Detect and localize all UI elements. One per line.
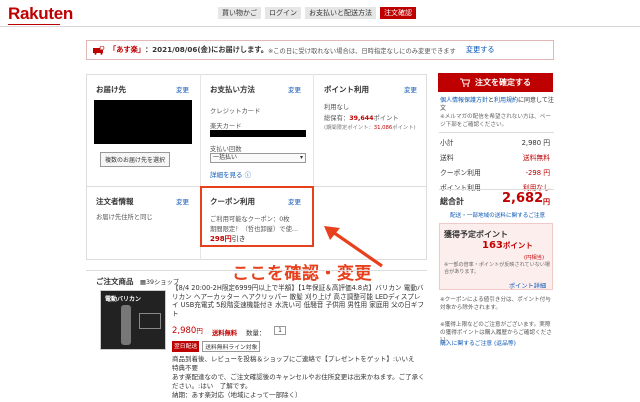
cart-icon — [460, 78, 470, 87]
multiple-destinations-button[interactable]: 複数のお届け先を選択 — [100, 152, 171, 167]
clipper-shape — [121, 305, 131, 345]
orderer-title: 注文者情報 — [96, 197, 134, 206]
orderer-change-link[interactable]: 変更 — [176, 196, 189, 206]
qty-value[interactable]: 1 — [274, 326, 286, 335]
payment-method: クレジットカード — [210, 108, 261, 115]
logo-underline — [8, 24, 60, 25]
coupon-change-link[interactable]: 変更 — [288, 196, 301, 206]
earned-points-value: 163ポイント — [482, 240, 533, 251]
coupon-row: クーポン利用 -298 円 — [440, 169, 550, 177]
delivery-notice: 「あす楽」 ：2021/08/06(金)にお届けします。 ※この日に受け取れない… — [86, 40, 554, 60]
product-description[interactable]: 【8/4 20:00-2H限定6999円以上で半額】【1年保証＆高評価4.8点】… — [172, 284, 427, 318]
terms-link[interactable]: 利用規約 — [494, 97, 518, 104]
total-label: 総合計 — [440, 197, 464, 206]
product-messages: 商品到着後、レビューを投稿＆ショップにご連絡で【プレゼントをゲット】:いいえ 特… — [172, 355, 427, 400]
coupon-points-note: ※クーポンによる値引き分は、ポイント付与対象から除外されます。 — [440, 297, 551, 311]
product-section-divider — [86, 270, 427, 271]
annotation-text: ここを確認・変更 — [232, 264, 372, 284]
region-shipping-link[interactable]: 配送・一部地域の送料に関するご注意 — [450, 211, 545, 219]
delivery-note: ※この日に受け取れない場合は、日時指定なしにのみ変更できます — [267, 47, 456, 55]
payment-title: お支払い方法 — [210, 85, 255, 94]
total-unit: 円 — [543, 198, 550, 206]
product-section-title: ご注文商品 — [96, 277, 134, 286]
agreement-text: 個人情報保護方針と利用規約に同意して注文 — [440, 97, 554, 112]
payment-details-link[interactable]: 詳細を見る ⓘ — [210, 169, 251, 179]
points-holding: 総保有：39,644ポイント — [324, 115, 399, 122]
payment-change-link[interactable]: 変更 — [288, 84, 301, 94]
product-image-caption: 電動バリカン — [105, 296, 142, 303]
delivery-date: ：2021/08/06(金)にお届けします。 — [144, 45, 268, 54]
redacted-card-number — [210, 130, 306, 137]
points-title: ポイント利用 — [324, 85, 369, 94]
earned-points-title: 獲得予定ポイント — [444, 230, 508, 239]
summary-divider — [439, 132, 554, 133]
coupon-discount: 298円引き — [210, 235, 246, 243]
points-detail-link[interactable]: ポイント詳細 — [509, 281, 546, 290]
delivery-change-link[interactable]: 変更 — [176, 84, 189, 94]
mail-note: ※メルマガの配信を希望されない方は、ページ下部をご確認ください。 — [440, 114, 551, 128]
purchase-notes-link[interactable]: 購入に関するご注意 (返品等) — [440, 338, 516, 347]
coupon-name: 期間限定！（哲也卸屋）で使… — [210, 226, 299, 233]
accessory-shape — [139, 313, 161, 329]
product-price: 2,980円 — [172, 326, 203, 336]
product-badges: 翌日配送 送料無料ライン対象 — [172, 341, 261, 352]
qty-label: 数量： — [246, 329, 266, 337]
change-delivery-link[interactable]: 変更する — [466, 45, 495, 55]
column-divider-2 — [313, 74, 314, 186]
product-message-1: 商品到着後、レビューを投稿＆ショップにご連絡で【プレゼントをゲット】:いいえ 特… — [172, 355, 422, 372]
subtotal-row: 小計 2,980 円 — [440, 139, 550, 147]
shipping-row: 送料 送料無料 — [440, 154, 550, 162]
product-message-2: あす楽配達なので、ご注文確認後のキャンセルやお住所変更は出来かねます。ご了承くだ… — [172, 373, 425, 390]
shipping-line-badge: 送料無料ライン対象 — [202, 341, 261, 352]
product-message-3: 納期：あす楽対応（地域によって一部除く） — [172, 391, 302, 399]
step-login: ログイン — [265, 7, 301, 19]
installment-value: 一括払い — [213, 154, 238, 161]
points-change-link[interactable]: 変更 — [404, 84, 417, 94]
header-divider — [0, 26, 640, 27]
delivery-title: お届け先 — [96, 85, 126, 94]
chevron-down-icon: ▾ — [299, 154, 303, 161]
total-value: 2,682 — [502, 191, 544, 206]
orderer-same-address: お届け先住所と同じ — [96, 214, 153, 221]
product-image[interactable]: 電動バリカン — [100, 290, 166, 350]
summary-rows: 小計 2,980 円 送料 送料無料 クーポン利用 -298 円 ポイント利用 利用なし — [440, 137, 550, 192]
points-limited: (期間限定ポイント：31,086ポイント) — [324, 125, 416, 131]
confirm-order-button[interactable]: 注文を確定する — [438, 73, 553, 92]
redacted-address — [94, 100, 192, 144]
info-icon: ⓘ — [242, 171, 252, 179]
total-divider — [439, 189, 554, 190]
points-status: 利用なし — [324, 104, 350, 111]
installment-select[interactable]: 一括払い ▾ — [210, 153, 306, 163]
truck-clock-icon — [93, 45, 105, 55]
coupon-available: ご利用可能なクーポン：0枚 — [210, 216, 290, 223]
earned-points-note: ※一部の倍率・ポイントが反映されていない場合があります。 — [444, 262, 550, 275]
card-label: 楽天カード — [210, 123, 242, 130]
checkout-steps: 買い物かご ログイン お支払いと配送方法 注文確認 — [218, 7, 416, 19]
asuraku-badge: 翌日配送 — [172, 341, 200, 352]
step-cart: 買い物かご — [218, 7, 261, 19]
step-payment-shipping: お支払いと配送方法 — [305, 7, 376, 19]
earned-points-sub: (円相当) — [524, 255, 545, 261]
privacy-policy-link[interactable]: 個人情報保護方針 — [440, 97, 488, 104]
installment-label: 支払い回数 — [210, 146, 242, 153]
rakuten-logo[interactable]: Rakuten — [8, 4, 73, 24]
asuraku-label: 「あす楽」 — [109, 45, 145, 54]
step-confirm: 注文確認 — [380, 7, 416, 19]
coupon-title: クーポン利用 — [210, 197, 255, 206]
product-shipping-free: 送料無料 — [212, 330, 238, 337]
